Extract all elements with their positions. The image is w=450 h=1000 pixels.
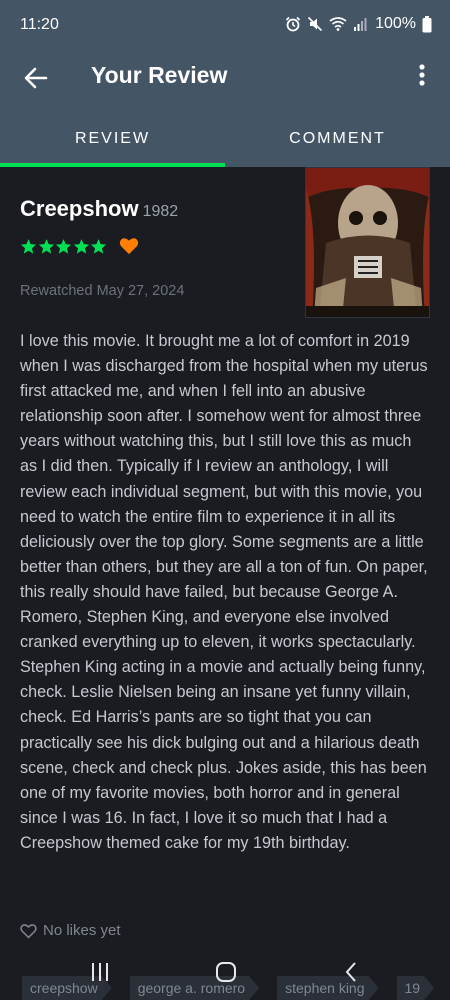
star-icon	[73, 238, 89, 254]
likes-row[interactable]: No likes yet	[20, 922, 121, 939]
review-body: I love this movie. It brought me a lot o…	[20, 332, 428, 852]
nav-back-icon[interactable]	[338, 958, 366, 986]
battery-percent: 100%	[375, 15, 416, 32]
star-icon	[38, 238, 54, 254]
tab-review[interactable]: REVIEW	[0, 110, 225, 167]
film-title[interactable]: Creepshow	[20, 196, 139, 221]
heart-outline-icon[interactable]	[20, 923, 37, 939]
system-icons: 100%	[285, 15, 432, 33]
star-icon	[20, 238, 37, 254]
status-bar: 11:20 100%	[0, 0, 450, 50]
alarm-icon	[286, 16, 301, 32]
recent-apps-icon[interactable]	[86, 958, 114, 986]
tab-bar: REVIEW COMMENT	[0, 110, 450, 167]
likes-text: No likes yet	[43, 922, 121, 939]
app-bar: Your Review	[0, 50, 450, 110]
film-poster[interactable]	[305, 167, 430, 318]
rating	[20, 237, 139, 255]
poster-art	[306, 168, 429, 317]
page-title: Your Review	[91, 62, 228, 88]
film-title-line[interactable]: Creepshow 1982	[20, 196, 178, 222]
back-arrow-icon[interactable]	[20, 62, 52, 94]
heart-liked-icon	[119, 238, 138, 255]
signal-icon	[354, 18, 367, 31]
tab-comment[interactable]: COMMENT	[225, 110, 450, 167]
film-year: 1982	[142, 203, 179, 220]
battery-icon	[422, 15, 432, 32]
home-icon[interactable]	[212, 958, 240, 986]
star-icon	[90, 238, 107, 254]
watched-date: Rewatched May 27, 2024	[20, 283, 185, 299]
system-nav-bar	[0, 952, 450, 992]
star-icon	[55, 238, 72, 254]
more-vertical-icon[interactable]	[412, 60, 432, 90]
status-time: 11:20	[20, 16, 59, 33]
wifi-icon	[329, 17, 347, 31]
mute-icon	[308, 16, 323, 32]
tab-active-indicator	[0, 163, 225, 167]
